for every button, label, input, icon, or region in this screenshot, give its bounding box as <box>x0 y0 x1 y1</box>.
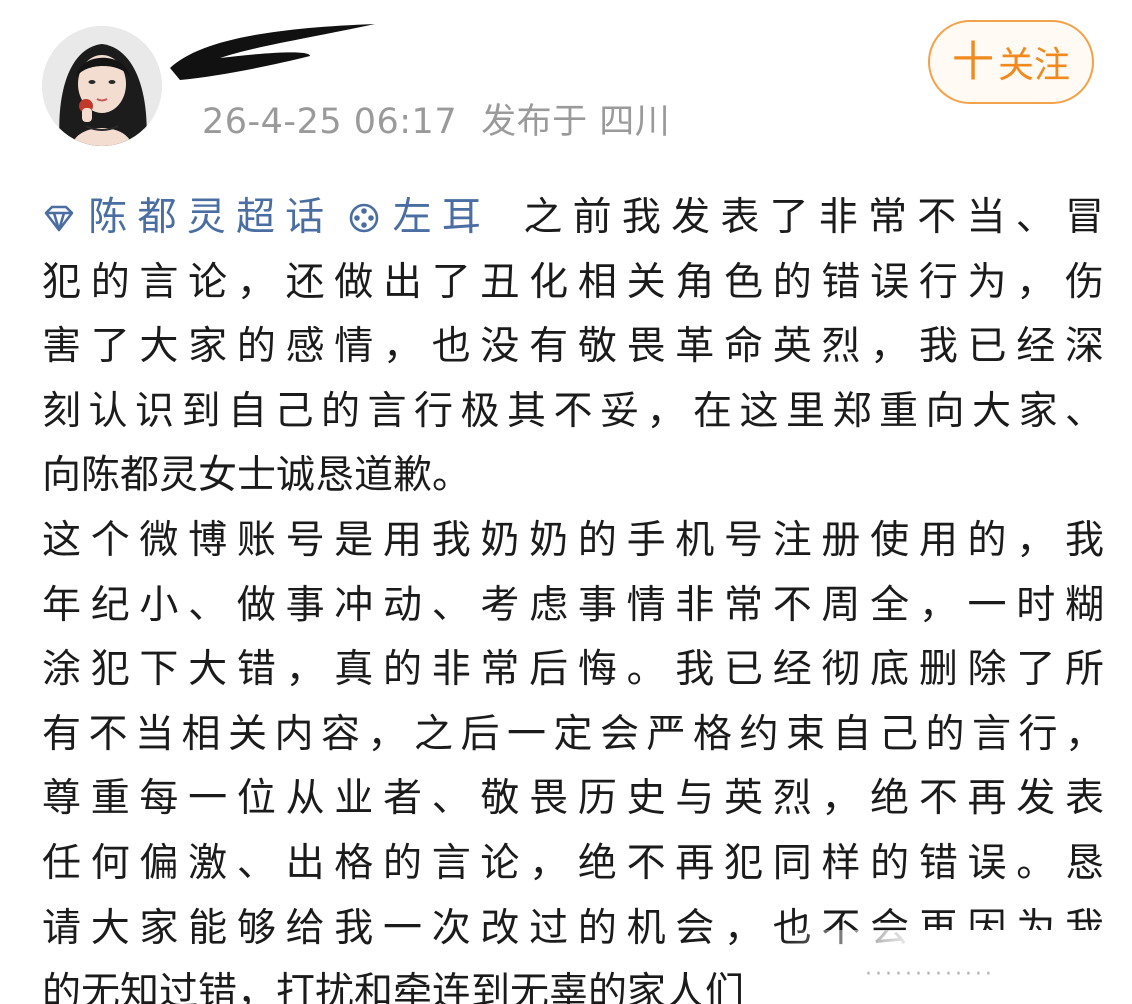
diamond-icon <box>44 205 74 232</box>
post-meta: 26-4-25 06:17 发布于 四川 <box>202 100 670 144</box>
post-body: 陈都灵超话 左耳 之前我发表了非常不当、冒 犯的言论，还做出了丑化相关角色的错误行为… <box>42 186 1104 1004</box>
username-redaction-mark <box>170 24 375 80</box>
post-date: 26-4-25 06:17 <box>202 102 458 142</box>
post-line-0: 陈都灵超话 左耳 之前我发表了非常不当、冒 <box>42 186 1104 251</box>
post-line-9: 尊重每一位从业者、敬畏历史与英烈，绝不再发表 <box>42 776 1104 822</box>
mention-link[interactable]: 左耳 <box>348 195 491 240</box>
truncation-dots: ············· <box>865 962 995 987</box>
weibo-post-screen: 26-4-25 06:17 发布于 四川 十 关注 陈都灵超话 左耳 之前我发表了非常… <box>0 0 1132 1004</box>
post-line-2: 害了大家的感情，也没有敬畏革命英烈，我已经深 <box>42 324 1104 370</box>
post-line-5: 这个微博账号是用我奶奶的手机号注册使用的，我 <box>42 517 1104 563</box>
film-reel-icon <box>350 203 379 233</box>
follow-button[interactable]: 十 关注 <box>928 20 1094 104</box>
post-line-6: 年纪小、做事冲动、考虑事情非常不周全，一时糊 <box>42 582 1104 628</box>
topic-link[interactable]: 陈都灵超话 <box>42 195 334 240</box>
post-first-line-text: 之前我发表了非常不当、冒 <box>513 195 1104 240</box>
post-line-7: 涂犯下大错，真的非常后悔。我已经彻底删除了所 <box>42 647 1104 693</box>
post-location: 发布于 四川 <box>481 102 671 142</box>
post-line-3: 刻认识到自己的言行极其不妥，在这里郑重向大家、 <box>42 388 1104 434</box>
avatar-image <box>42 26 162 146</box>
post-line-8: 有不当相关内容，之后一定会严格约束自己的言行， <box>42 711 1104 757</box>
plus-icon: 十 <box>951 37 994 86</box>
post-line-10: 任何偏激、出格的言论，绝不再犯同样的错误。恳 <box>42 840 1104 886</box>
post-line-4: 向陈都灵女士诚恳道歉。 <box>42 453 472 499</box>
mention-label: 左耳 <box>382 195 492 240</box>
follow-label: 关注 <box>998 45 1071 86</box>
avatar[interactable] <box>42 26 162 146</box>
post-line-1: 犯的言论，还做出了丑化相关角色的错误行为，伤 <box>42 259 1104 305</box>
topic-label: 陈都灵超话 <box>78 195 335 240</box>
